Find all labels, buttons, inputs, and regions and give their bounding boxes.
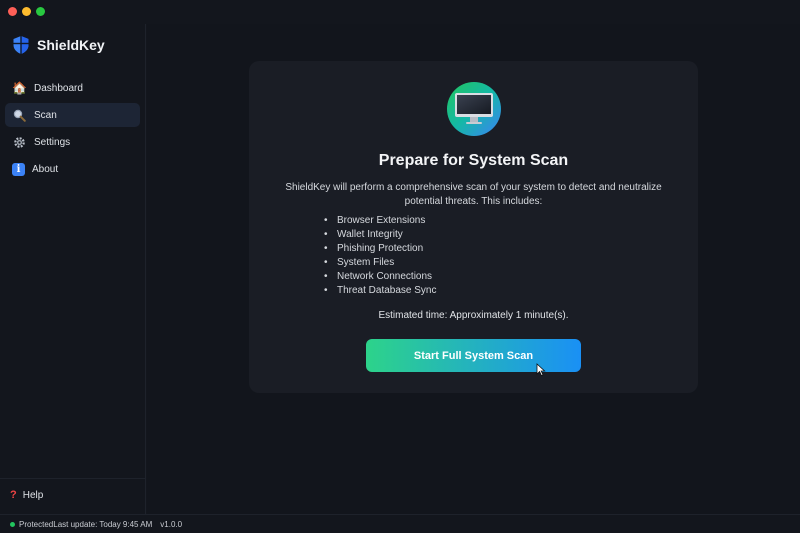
app-version: v1.0.0 (160, 519, 183, 529)
scan-prepare-card: Prepare for System Scan ShieldKey will p… (249, 61, 698, 393)
sidebar-item-dashboard[interactable]: 🏠 Dashboard (5, 76, 140, 100)
status-indicator (10, 521, 15, 527)
mouse-pointer-icon (536, 363, 546, 377)
last-update: Last update: Today 9:45 AM (53, 519, 153, 529)
sidebar-divider (0, 478, 145, 479)
list-item: Network Connections (324, 270, 437, 284)
app-name: ShieldKey (37, 37, 105, 53)
sidebar-item-label: About (32, 163, 59, 175)
house-icon: 🏠 (12, 81, 27, 95)
question-mark-icon: ? (10, 489, 17, 501)
help-label: Help (22, 489, 44, 501)
sidebar-item-scan[interactable]: Scan (5, 103, 140, 127)
protection-status: Protected (19, 519, 54, 529)
shield-logo-icon (13, 36, 29, 54)
gear-icon (12, 135, 27, 150)
sidebar-item-label: Dashboard (34, 82, 83, 94)
list-item: Threat Database Sync (324, 284, 437, 298)
sidebar-item-about[interactable]: i About (5, 157, 140, 181)
list-item: Browser Extensions (324, 214, 437, 228)
list-item: Wallet Integrity (324, 228, 437, 242)
info-icon: i (12, 162, 25, 176)
list-item: System Files (324, 256, 437, 270)
title-bar (0, 0, 800, 24)
list-item: Phishing Protection (324, 242, 437, 256)
computer-monitor-icon (447, 82, 501, 136)
help-link[interactable]: ? Help (10, 489, 43, 501)
sidebar: ShieldKey 🏠 Dashboard Scan Settings i Ab… (0, 24, 146, 514)
sidebar-item-settings[interactable]: Settings (5, 130, 140, 154)
minimize-window-button[interactable] (22, 7, 31, 16)
close-window-button[interactable] (8, 7, 17, 16)
estimated-time: Estimated time: Approximately 1 minute(s… (378, 310, 569, 321)
scan-title: Prepare for System Scan (378, 152, 569, 169)
scan-checklist: Browser Extensions Wallet Integrity Phis… (324, 214, 437, 298)
main-content: Prepare for System Scan ShieldKey will p… (147, 24, 800, 514)
zoom-window-button[interactable] (36, 7, 45, 16)
status-bar: Protected Last update: Today 9:45 AM v1.… (0, 514, 800, 533)
magnifier-icon (12, 108, 27, 123)
scan-description: ShieldKey will perform a comprehensive s… (285, 182, 662, 207)
sidebar-item-label: Settings (34, 136, 71, 148)
start-full-scan-button[interactable]: Start Full System Scan (366, 339, 581, 372)
sidebar-nav: 🏠 Dashboard Scan Settings i About (5, 76, 140, 184)
brand: ShieldKey (12, 35, 105, 55)
app-window: ShieldKey 🏠 Dashboard Scan Settings i Ab… (0, 0, 800, 533)
sidebar-item-label: Scan (34, 109, 57, 121)
